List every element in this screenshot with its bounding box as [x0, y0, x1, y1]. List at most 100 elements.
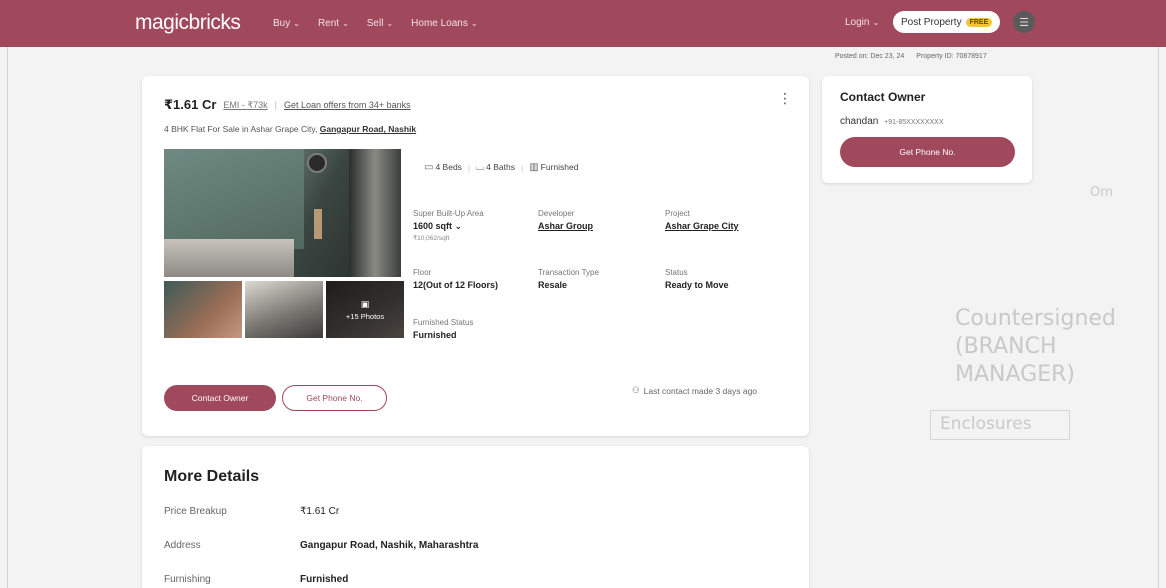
developer-link[interactable]: Ashar Group	[538, 221, 593, 231]
bath-icon: ⌴	[476, 162, 485, 173]
spec-label: Super Built-Up Area	[413, 209, 484, 218]
spec-floor: Floor 12(Out of 12 Floors)	[413, 268, 498, 290]
user-icon: ⚇	[632, 385, 640, 395]
photo-thumbnails: ▣ +15 Photos	[164, 281, 404, 338]
area-value: 1600 sqft	[413, 221, 453, 231]
login-label: Login	[845, 17, 870, 28]
details-row: Furnishing Furnished	[164, 574, 348, 585]
listing-subtitle: 4 BHK Flat For Sale in Ashar Grape City,…	[164, 124, 416, 134]
nav-rent[interactable]: Rent ⌄	[318, 18, 349, 29]
logo[interactable]: magicbricks	[135, 11, 241, 35]
thumbnail-photo[interactable]	[164, 281, 242, 338]
more-details-title: More Details	[164, 468, 260, 485]
detail-key: Furnishing	[164, 574, 211, 585]
spec-value: Resale	[538, 280, 568, 290]
spec-label: Developer	[538, 209, 575, 218]
spec-status: Status Ready to Move	[665, 268, 729, 290]
beds-label: 4 Beds	[435, 162, 462, 172]
area-rate: ₹10,062/sqft	[413, 235, 450, 242]
background-bleed-text: Countersigned (BRANCH MANAGER)	[955, 305, 1166, 389]
loan-offers-link[interactable]: Get Loan offers from 34+ banks	[284, 100, 411, 110]
last-contact-label: Last contact made 3 days ago	[643, 385, 758, 396]
main-nav: Buy ⌄ Rent ⌄ Sell ⌄ Home Loans ⌄	[273, 18, 478, 29]
spec-project: Project Ashar Grape City	[665, 209, 739, 231]
subtitle-prefix: 4 BHK Flat For Sale in Ashar Grape City,	[164, 124, 318, 134]
chevron-down-icon: ⌄	[293, 19, 300, 28]
project-link[interactable]: Ashar Grape City	[665, 221, 739, 231]
bleed-line: Om	[1090, 185, 1113, 200]
separator: |	[467, 162, 471, 173]
baths-info: ⌴ 4 Baths	[476, 162, 515, 173]
nav-sell[interactable]: Sell ⌄	[367, 18, 393, 29]
more-options-icon[interactable]: ⋮	[778, 90, 792, 107]
spec-transaction: Transaction Type Resale	[538, 268, 599, 290]
more-photos-count: +15 Photos	[345, 311, 385, 321]
post-property-button[interactable]: Post Property FREE	[893, 11, 1001, 33]
spec-label: Status	[665, 268, 688, 277]
spec-value: 12(Out of 12 Floors)	[413, 280, 499, 290]
chevron-down-icon: ⌄	[386, 19, 394, 28]
spec-label: Project	[665, 209, 690, 218]
login-button[interactable]: Login ⌄	[845, 17, 879, 28]
spec-value: 1600 sqft ⌄	[413, 221, 484, 232]
post-property-label: Post Property	[901, 16, 962, 28]
baths-label: 4 Baths	[486, 162, 515, 172]
more-photos-thumbnail[interactable]: ▣ +15 Photos	[326, 281, 404, 338]
top-navigation-bar: magicbricks Buy ⌄ Rent ⌄ Sell ⌄ Home Loans ⌄…	[0, 0, 1166, 47]
owner-name: chandan	[840, 116, 879, 127]
detail-value: ₹1.61 Cr	[300, 506, 340, 517]
get-phone-button[interactable]: Get Phone No.	[282, 385, 387, 411]
beds-info: ▭ 4 Beds	[424, 162, 462, 173]
free-badge: FREE	[965, 17, 993, 27]
button-label: Contact Owner	[191, 393, 249, 403]
spec-developer: Developer Ashar Group	[538, 209, 593, 231]
detail-key: Price Breakup	[164, 506, 227, 517]
chevron-down-icon: ⌄	[342, 19, 349, 28]
photo-wall	[164, 149, 304, 249]
separator: |	[274, 100, 277, 110]
property-id: Property ID: 70878917	[916, 53, 987, 60]
spec-furnished-status: Furnished Status Furnished	[413, 318, 473, 340]
hamburger-menu-icon[interactable]: ☰	[1013, 11, 1035, 33]
furniture-icon: ▥	[529, 162, 539, 173]
bleed-line: Countersigned	[955, 306, 1116, 331]
nav-label: Home Loans	[411, 18, 468, 29]
nav-label: Buy	[273, 18, 291, 29]
owner-info: chandan +91-85XXXXXXXX	[840, 116, 944, 127]
camera-icon: ▣	[360, 298, 370, 309]
spec-value: Ready to Move	[665, 280, 729, 290]
amenities-row: ▭ 4 Beds | ⌴ 4 Baths | ▥ Furnished	[424, 162, 578, 173]
contact-owner-button[interactable]: Contact Owner	[164, 385, 276, 411]
nav-buy[interactable]: Buy ⌄	[273, 18, 300, 29]
photo-door	[349, 149, 401, 277]
owner-get-phone-button[interactable]: Get Phone No.	[840, 137, 1015, 167]
nav-home-loans[interactable]: Home Loans ⌄	[411, 18, 477, 29]
details-row: Price Breakup ₹1.61 Cr	[164, 506, 339, 517]
thumbnail-photo[interactable]	[245, 281, 323, 338]
details-row: Address Gangapur Road, Nashik, Maharasht…	[164, 540, 478, 551]
furnished-label: Furnished	[540, 162, 579, 172]
spec-label: Furnished Status	[413, 318, 474, 327]
chevron-down-icon: ⌄	[872, 18, 880, 27]
photo-clock	[307, 153, 327, 173]
price: ₹1.61 Cr	[164, 97, 217, 112]
chevron-down-icon[interactable]: ⌄	[455, 221, 463, 231]
emi-link[interactable]: EMI - ₹73k	[223, 100, 267, 111]
detail-value: Furnished	[300, 574, 349, 585]
button-label: Get Phone No.	[899, 147, 956, 157]
location-link[interactable]: Gangapur Road, Nashik	[320, 124, 416, 134]
posted-on: Posted on: Dec 23, 24	[835, 53, 905, 60]
nav-label: Rent	[317, 18, 340, 29]
listing-meta: Posted on: Dec 23, 24 Property ID: 70878…	[835, 53, 987, 60]
detail-value: Gangapur Road, Nashik, Maharashtra	[300, 540, 479, 551]
furnished-info: ▥ Furnished	[529, 162, 578, 173]
bed-icon: ▭	[424, 162, 434, 173]
owner-card-title: Contact Owner	[840, 90, 926, 104]
main-property-photo[interactable]	[164, 149, 401, 277]
bleed-line: Enclosures	[940, 414, 1032, 434]
property-card: ₹1.61 Cr EMI - ₹73k | Get Loan offers fr…	[142, 76, 809, 436]
owner-phone: +91-85XXXXXXXX	[884, 119, 944, 126]
contact-owner-card: Contact Owner chandan +91-85XXXXXXXX Get…	[822, 76, 1032, 183]
last-contact-info: ⚇ Last contact made 3 days ago	[632, 385, 757, 396]
spec-value: Furnished	[413, 330, 457, 340]
